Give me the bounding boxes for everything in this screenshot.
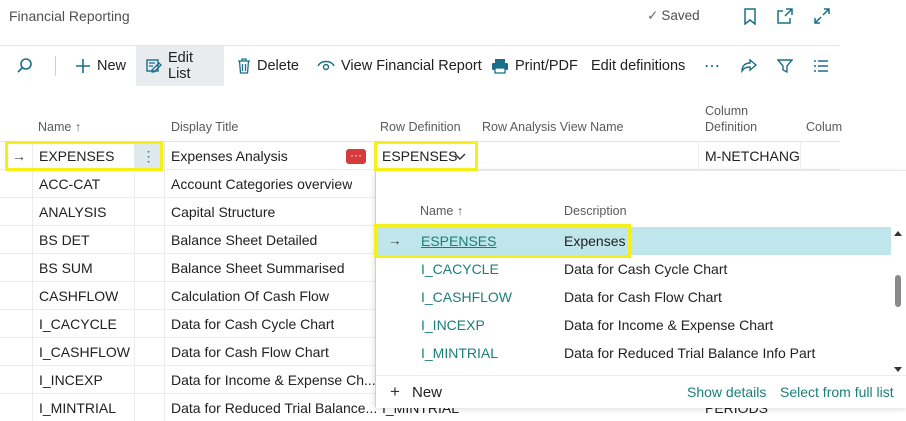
show-details-link[interactable]: Show details [687, 384, 766, 400]
assist-button[interactable]: ··· [346, 149, 366, 164]
lookup-row[interactable]: I_INCEXP Data for Income & Expense Chart [376, 311, 891, 339]
lookup-item-name[interactable]: I_CACYCLE [421, 255, 499, 283]
row-name[interactable]: BS DET [39, 226, 90, 254]
view-financial-report-button[interactable]: View Financial Report [307, 46, 492, 86]
lookup-row[interactable]: I_CASHFLOW Data for Cash Flow Chart [376, 283, 891, 311]
row-definition-input[interactable]: ESPENSES [382, 142, 457, 170]
checkmark-icon: ✓ [647, 8, 659, 23]
lookup-item-name[interactable]: I_INCEXP [421, 311, 485, 339]
row-display-title[interactable]: Data for Cash Cycle Chart [171, 310, 334, 338]
edit-definitions-button[interactable]: Edit definitions [581, 46, 695, 86]
lookup-scrollbar[interactable] [892, 227, 904, 377]
select-from-full-list-link[interactable]: Select from full list [780, 384, 894, 400]
lookup-item-description: Expenses [564, 233, 626, 249]
lookup-item-description: Data for Income & Expense Chart [564, 317, 774, 333]
row-name[interactable]: ANALYSIS [39, 198, 106, 226]
row-selected-arrow-icon: → [12, 148, 26, 164]
lookup-header-name[interactable]: Name ↑ [420, 204, 463, 218]
printer-icon [492, 59, 508, 74]
row-name[interactable]: EXPENSES [39, 142, 114, 170]
list-icon[interactable] [803, 46, 839, 86]
column-header-name[interactable]: Name ↑ [38, 119, 81, 135]
column-header-column-definition[interactable]: Column Definition [705, 103, 757, 135]
lookup-row[interactable]: I_CACYCLE Data for Cash Cycle Chart [376, 255, 891, 283]
column-header-row-definition[interactable]: Row Definition [380, 119, 461, 135]
column-header-partial[interactable]: Colum [806, 119, 842, 135]
search-icon[interactable] [6, 46, 44, 86]
row-actions-icon[interactable]: ⋮ [134, 142, 163, 170]
print-pdf-button[interactable]: Print/PDF [481, 46, 588, 86]
divider [55, 56, 56, 76]
lookup-row[interactable]: I_MINTRIAL Data for Reduced Trial Balanc… [376, 339, 891, 367]
row-name[interactable]: I_INCEXP [39, 366, 103, 394]
page-title: Financial Reporting [9, 8, 130, 24]
saved-status: ✓ Saved [647, 8, 700, 23]
row-name[interactable]: I_CASHFLOW [39, 338, 130, 366]
row-display-title[interactable]: Balance Sheet Summarised [171, 254, 345, 282]
plus-icon [76, 59, 90, 73]
table-row[interactable]: → EXPENSES ⋮ Expenses Analysis ··· ESPEN… [0, 142, 840, 170]
row-display-title[interactable]: Expenses Analysis [171, 142, 288, 170]
ellipsis-icon[interactable]: ⋯ [694, 46, 730, 86]
bookmark-icon[interactable] [739, 5, 761, 27]
row-display-title[interactable]: Data for Cash Flow Chart [171, 338, 329, 366]
row-column-definition[interactable]: M-NETCHANG [705, 142, 800, 170]
lookup-item-name[interactable]: ESPENSES [421, 227, 496, 255]
action-bar: New Edit List Delete View Financial Repo… [0, 45, 840, 86]
trash-icon [238, 58, 250, 74]
column-header-display-title[interactable]: Display Title [171, 119, 238, 135]
row-name[interactable]: I_CACYCLE [39, 310, 117, 338]
eye-icon [317, 60, 335, 71]
delete-button[interactable]: Delete [227, 46, 309, 86]
filter-icon[interactable] [767, 46, 803, 86]
row-name[interactable]: I_MINTRIAL [39, 394, 116, 421]
lookup-header-description[interactable]: Description [564, 204, 627, 218]
lookup-item-name[interactable]: I_MINTRIAL [421, 339, 498, 367]
share-icon[interactable] [730, 46, 768, 86]
row-display-title[interactable]: Calculation Of Cash Flow [171, 282, 329, 310]
lookup-item-name[interactable]: I_CASHFLOW [421, 283, 512, 311]
expand-icon[interactable] [811, 5, 833, 27]
row-display-title[interactable]: Capital Structure [171, 198, 275, 226]
edit-list-button[interactable]: Edit List [136, 46, 224, 86]
lookup-row-selected[interactable]: → ESPENSES Expenses [376, 227, 891, 255]
lookup-new-button[interactable]: New [412, 384, 442, 401]
row-display-title[interactable]: Balance Sheet Detailed [171, 226, 317, 254]
plus-icon: + [390, 382, 400, 401]
row-definition-lookup: Name ↑ Description → ESPENSES Expenses I… [375, 170, 906, 408]
lookup-item-description: Data for Cash Cycle Chart [564, 261, 728, 277]
popout-icon[interactable] [774, 5, 796, 27]
row-name[interactable]: CASHFLOW [39, 282, 118, 310]
title-bar: Financial Reporting ✓ Saved [0, 0, 906, 36]
chevron-down-icon[interactable] [454, 142, 466, 170]
arrow-right-icon: → [388, 233, 402, 248]
edit-list-icon [146, 59, 162, 73]
row-name[interactable]: ACC-CAT [39, 170, 100, 198]
column-header-row-analysis[interactable]: Row Analysis View Name [482, 119, 624, 135]
lookup-item-description: Data for Cash Flow Chart [564, 289, 722, 305]
row-display-title[interactable]: Data for Reduced Trial Balance... [171, 394, 377, 421]
row-name[interactable]: BS SUM [39, 254, 93, 282]
row-display-title[interactable]: Data for Income & Expense Ch... [171, 366, 376, 394]
row-display-title[interactable]: Account Categories overview [171, 170, 352, 198]
lookup-footer: + New Show details Select from full list [376, 375, 906, 408]
grid-header: Name ↑ Display Title Row Definition Row … [0, 85, 842, 142]
lookup-item-description: Data for Reduced Trial Balance Info Part [564, 345, 816, 361]
new-button[interactable]: New [65, 46, 136, 86]
